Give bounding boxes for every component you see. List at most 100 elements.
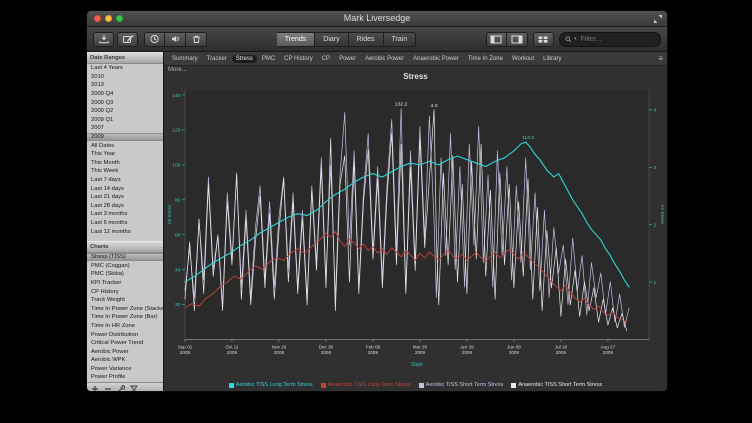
charts-list: Stress (TISS)PMC (Coggan)PMC (Skiba)KPI … bbox=[87, 253, 163, 382]
legend-item[interactable]: Aerobic TISS Short Term Stress bbox=[419, 382, 504, 388]
x-tick-year: 2008 bbox=[274, 350, 285, 355]
view-tab[interactable]: Trends bbox=[277, 32, 316, 47]
sidebar-toggles bbox=[486, 32, 528, 47]
view-switcher: TrendsDiaryRidesTrain bbox=[277, 32, 416, 47]
remove-icon[interactable] bbox=[104, 385, 112, 391]
search-icon bbox=[565, 36, 572, 43]
chart-tab[interactable]: Power bbox=[335, 55, 360, 63]
date-range-item[interactable]: Last 4 Years bbox=[87, 64, 163, 73]
chart-tab[interactable]: CP History bbox=[280, 55, 317, 63]
minimize-button[interactable] bbox=[105, 15, 112, 22]
chart-list-item[interactable]: Power Profile bbox=[87, 373, 163, 382]
chart-area: More... Stress 204060801001201401234Sep … bbox=[164, 66, 667, 391]
chart-tab[interactable]: Stress bbox=[232, 55, 257, 63]
title-bar[interactable]: Mark Liversedge bbox=[87, 11, 667, 27]
traffic-lights bbox=[94, 15, 123, 22]
chart-menu-icon[interactable]: ≡ bbox=[658, 55, 663, 63]
x-tick-year: 2009 bbox=[462, 350, 473, 355]
wrench-icon[interactable] bbox=[117, 385, 125, 391]
chart-list-item[interactable]: KPI Tracker bbox=[87, 279, 163, 288]
date-range-item[interactable]: 2013 bbox=[87, 81, 163, 90]
tiled-view-button[interactable] bbox=[533, 32, 554, 47]
chart-column: SummaryTrackerStressPMCCP HistoryCPPower… bbox=[164, 52, 667, 391]
date-range-item[interactable]: 2009 Q3 bbox=[87, 98, 163, 107]
add-icon[interactable] bbox=[91, 385, 99, 391]
chart-tab[interactable]: PMC bbox=[258, 55, 279, 63]
intervals-button[interactable] bbox=[144, 32, 165, 47]
toggle-left-sidebar-button[interactable] bbox=[486, 32, 507, 47]
x-tick-label: Jul 18 bbox=[555, 344, 568, 349]
chart-list-item[interactable]: Power Distribution bbox=[87, 330, 163, 339]
chart-list-item[interactable]: PMC (Skiba) bbox=[87, 270, 163, 279]
chart-list-item[interactable]: Time In HR Zone bbox=[87, 322, 163, 331]
chart-list-item[interactable]: Time In Power Zone (Bar) bbox=[87, 313, 163, 322]
chart-tab[interactable]: CP bbox=[318, 55, 334, 63]
chart-list-item[interactable]: Aerobic WPK bbox=[87, 356, 163, 365]
date-range-item[interactable]: Last 7 days bbox=[87, 176, 163, 185]
toggle-right-sidebar-button[interactable] bbox=[507, 32, 528, 47]
funnel-icon[interactable] bbox=[130, 385, 138, 391]
audio-button[interactable] bbox=[165, 32, 186, 47]
chart-tab[interactable]: Time In Zone bbox=[464, 55, 507, 63]
chart-tab[interactable]: Library bbox=[539, 55, 565, 63]
x-tick-year: 2009 bbox=[556, 350, 567, 355]
peak-annotation: 132.2 bbox=[395, 102, 408, 108]
chart-tab[interactable]: Workout bbox=[508, 55, 538, 63]
import-button[interactable] bbox=[93, 32, 114, 47]
chart-tab[interactable]: Tracker bbox=[203, 55, 231, 63]
zoom-button[interactable] bbox=[116, 15, 123, 22]
date-range-item[interactable]: Last 14 days bbox=[87, 184, 163, 193]
date-range-item[interactable]: 2009 Q1 bbox=[87, 116, 163, 125]
x-tick-year: 2008 bbox=[227, 350, 238, 355]
legend-swatch bbox=[419, 383, 424, 388]
chart-list-item[interactable]: Track Weight bbox=[87, 296, 163, 305]
x-tick-label: Jun 08 bbox=[507, 344, 521, 349]
compose-button[interactable] bbox=[117, 32, 138, 47]
filter-input[interactable] bbox=[579, 35, 655, 44]
fullscreen-icon[interactable] bbox=[653, 14, 663, 24]
x-tick-label: Oct 11 bbox=[225, 344, 239, 349]
date-range-item[interactable]: Last 21 days bbox=[87, 193, 163, 202]
trash-button[interactable] bbox=[186, 32, 207, 47]
view-tab[interactable]: Train bbox=[384, 32, 417, 47]
chart-tab[interactable]: Summary bbox=[168, 55, 202, 63]
filter-field[interactable]: ▾ bbox=[559, 32, 661, 47]
chart-list-item[interactable]: Aerobic Power bbox=[87, 347, 163, 356]
date-range-item[interactable]: This Week bbox=[87, 167, 163, 176]
date-range-item[interactable]: 2007 bbox=[87, 124, 163, 133]
chart-tab[interactable]: Anaerobic Power bbox=[409, 55, 463, 63]
chart-list-item[interactable]: CP History bbox=[87, 287, 163, 296]
date-range-item[interactable]: All Dates bbox=[87, 141, 163, 150]
view-tab[interactable]: Diary bbox=[315, 32, 348, 47]
right-toolbar-group: ▾ bbox=[486, 32, 661, 47]
view-tab[interactable]: Rides bbox=[349, 32, 384, 47]
chart-list-item[interactable]: Stress (TISS) bbox=[87, 253, 163, 262]
date-range-item[interactable]: Last 6 months bbox=[87, 219, 163, 228]
left-tick-label: 120 bbox=[172, 128, 181, 134]
date-range-item[interactable]: 2009 bbox=[87, 133, 163, 142]
legend-label: Anaerobic TISS Long Term Stress bbox=[328, 382, 411, 388]
chart-list-item[interactable]: Time In Power Zone (Stacked) bbox=[87, 304, 163, 313]
chart-list-item[interactable]: PMC (Coggan) bbox=[87, 261, 163, 270]
date-range-item[interactable]: This Month bbox=[87, 159, 163, 168]
filter-menu-caret-icon[interactable]: ▾ bbox=[574, 37, 577, 42]
close-button[interactable] bbox=[94, 15, 101, 22]
date-range-item[interactable]: 2009 Q4 bbox=[87, 90, 163, 99]
chart-tab[interactable]: Aerobic Power bbox=[361, 55, 408, 63]
more-link[interactable]: More... bbox=[168, 67, 187, 73]
chart-list-item[interactable]: Critical Power Trend bbox=[87, 339, 163, 348]
date-range-item[interactable]: Last 12 months bbox=[87, 227, 163, 236]
date-range-item[interactable]: This Year bbox=[87, 150, 163, 159]
left-axis-title: Ab Stress bbox=[167, 204, 172, 224]
date-range-item[interactable]: Last 3 months bbox=[87, 210, 163, 219]
legend-item[interactable]: Anaerobic TISS Short Term Stress bbox=[511, 382, 602, 388]
x-tick-label: Feb 08 bbox=[366, 344, 381, 349]
date-range-item[interactable]: Last 28 days bbox=[87, 202, 163, 211]
date-range-item[interactable]: 2010 bbox=[87, 73, 163, 82]
tool-group bbox=[144, 32, 207, 47]
x-tick-year: 2008 bbox=[321, 350, 332, 355]
legend-item[interactable]: Anaerobic TISS Long Term Stress bbox=[321, 382, 411, 388]
chart-list-item[interactable]: Power Variance bbox=[87, 365, 163, 374]
legend-item[interactable]: Aerobic TISS Long Term Stress bbox=[229, 382, 313, 388]
date-range-item[interactable]: 2009 Q2 bbox=[87, 107, 163, 116]
